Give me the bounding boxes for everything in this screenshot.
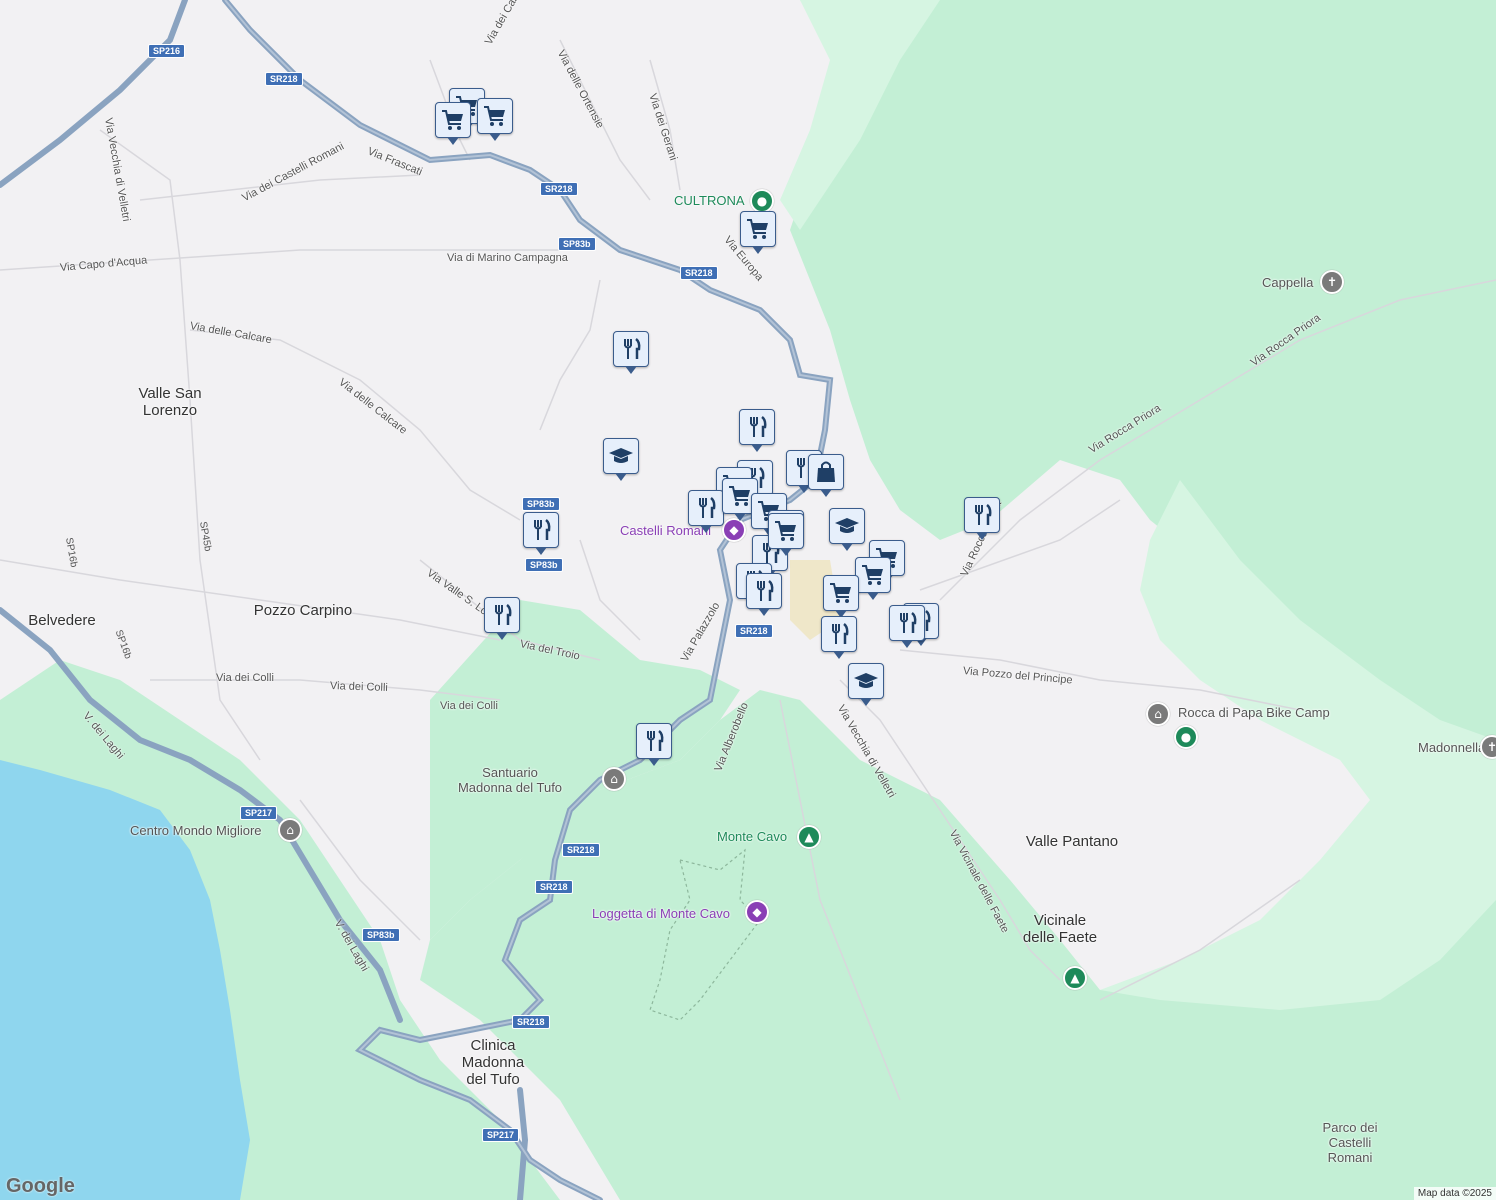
route-shield: SR218 xyxy=(680,266,718,280)
shopping-cart-icon[interactable] xyxy=(477,98,513,141)
poi-pin-icon[interactable]: ⌂ xyxy=(278,818,302,842)
road-label: Via dei Colli xyxy=(440,700,498,712)
poi-label[interactable]: Monte Cavo xyxy=(717,829,787,844)
poi-label[interactable]: CULTRONA xyxy=(674,193,745,208)
poi-pin-icon[interactable]: ◆ xyxy=(722,518,746,542)
shopping-cart-icon[interactable] xyxy=(823,575,859,618)
route-shield: SP217 xyxy=(240,806,278,820)
road-label: Via di Marino Campagna xyxy=(447,252,568,264)
route-shield: SP83b xyxy=(525,558,563,572)
school-icon[interactable] xyxy=(829,508,865,551)
school-icon[interactable] xyxy=(603,438,639,481)
shopping-cart-icon[interactable] xyxy=(740,211,776,254)
restaurant-icon[interactable] xyxy=(484,597,520,640)
park-area xyxy=(420,0,1496,1200)
restaurant-icon[interactable] xyxy=(746,573,782,616)
restaurant-icon[interactable] xyxy=(523,512,559,555)
place-label[interactable]: Pozzo Carpino xyxy=(254,602,352,619)
poi-label[interactable]: Santuario Madonna del Tufo xyxy=(458,765,562,795)
restaurant-icon[interactable] xyxy=(688,490,724,533)
place-label[interactable]: Vicinale delle Faete xyxy=(1023,912,1097,946)
school-icon[interactable] xyxy=(848,663,884,706)
poi-label[interactable]: Parco dei Castelli Romani xyxy=(1323,1120,1378,1165)
poi-label[interactable]: Madonnella xyxy=(1418,740,1485,755)
place-label[interactable]: Belvedere xyxy=(28,612,96,629)
route-shield: SR218 xyxy=(540,182,578,196)
route-shield: SR218 xyxy=(562,843,600,857)
road-label: Via dei Colli xyxy=(216,672,274,684)
poi-pin-icon[interactable]: ✝ xyxy=(1320,270,1344,294)
route-shield: SP83b xyxy=(558,237,596,251)
map-attribution[interactable]: Map data ©2025 xyxy=(1413,1187,1496,1200)
shopping-cart-icon[interactable] xyxy=(768,513,804,556)
poi-pin-icon[interactable]: ▲ xyxy=(797,825,821,849)
google-logo: Google xyxy=(6,1175,75,1197)
restaurant-icon[interactable] xyxy=(964,497,1000,540)
place-label[interactable]: Valle Pantano xyxy=(1026,833,1118,850)
shopping-cart-icon[interactable] xyxy=(855,557,891,600)
poi-pin-icon[interactable]: ⌂ xyxy=(1146,702,1170,726)
restaurant-icon[interactable] xyxy=(739,409,775,452)
route-shield: SR218 xyxy=(265,72,303,86)
poi-label[interactable]: Rocca di Papa Bike Camp xyxy=(1178,705,1330,720)
route-shield: SP83b xyxy=(522,497,560,511)
poi-pin-icon[interactable]: ● xyxy=(1174,725,1198,749)
restaurant-icon[interactable] xyxy=(636,723,672,766)
poi-label[interactable]: Centro Mondo Migliore xyxy=(130,823,262,838)
restaurant-icon[interactable] xyxy=(821,616,857,659)
map-canvas[interactable]: Valle San Lorenzo Belvedere Pozzo Carpino V… xyxy=(0,0,1496,1200)
poi-pin-icon[interactable]: ▲ xyxy=(1063,966,1087,990)
route-shield: SP217 xyxy=(482,1128,520,1142)
route-shield: SR218 xyxy=(735,624,773,638)
shopping-cart-icon[interactable] xyxy=(435,102,471,145)
restaurant-icon[interactable] xyxy=(889,605,925,648)
road-label: Via dei Colli xyxy=(329,680,389,695)
shopping-bag-icon[interactable] xyxy=(808,454,844,497)
poi-label[interactable]: Cappella xyxy=(1262,275,1313,290)
route-shield: SP216 xyxy=(148,44,186,58)
poi-pin-icon[interactable]: ⌂ xyxy=(602,767,626,791)
poi-pin-icon[interactable]: ● xyxy=(750,189,774,213)
route-shield: SP83b xyxy=(362,928,400,942)
route-shield: SR218 xyxy=(535,880,573,894)
place-label[interactable]: Valle San Lorenzo xyxy=(138,385,201,419)
restaurant-icon[interactable] xyxy=(613,331,649,374)
poi-pin-icon[interactable]: ◆ xyxy=(745,900,769,924)
place-label[interactable]: Clinica Madonna del Tufo xyxy=(462,1037,525,1088)
poi-label[interactable]: Loggetta di Monte Cavo xyxy=(592,906,730,921)
route-shield: SR218 xyxy=(512,1015,550,1029)
